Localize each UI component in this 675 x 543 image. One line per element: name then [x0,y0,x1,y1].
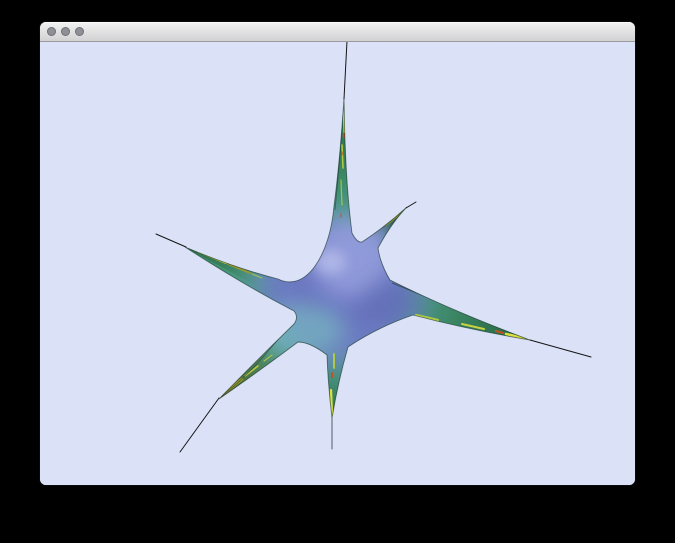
desktop-background: { "window": { "title": "", "titlebar": {… [0,0,675,543]
minimize-button[interactable] [61,27,70,36]
surface-figure [40,42,635,485]
stripe-yellow [342,145,343,168]
window-titlebar[interactable] [40,22,635,42]
close-button[interactable] [47,27,56,36]
zoom-button[interactable] [75,27,84,36]
render-viewport[interactable] [40,42,635,485]
app-window [40,22,635,485]
